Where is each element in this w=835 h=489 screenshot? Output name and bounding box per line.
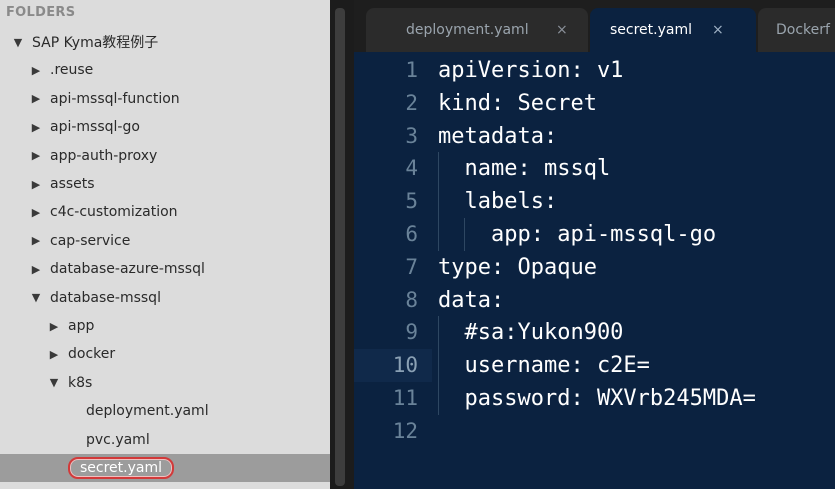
code-line[interactable]: username: c2E= xyxy=(438,349,649,382)
folder-item[interactable]: ▼ k8s xyxy=(0,369,330,397)
chevron-right-icon[interactable]: ▶ xyxy=(28,64,44,77)
folder-item[interactable]: ▶ docker xyxy=(0,340,330,368)
line-number: 7 xyxy=(405,254,418,279)
indent-guide xyxy=(438,152,439,186)
folder-item[interactable]: ▶ app-auth-proxy xyxy=(0,142,330,170)
code-line[interactable]: data: xyxy=(438,284,504,317)
indent-guide xyxy=(438,185,439,218)
close-icon[interactable]: × xyxy=(712,22,724,38)
chevron-down-icon[interactable]: ▼ xyxy=(46,376,62,389)
indent-guide xyxy=(438,382,439,415)
chevron-right-icon[interactable]: ▶ xyxy=(28,121,44,134)
chevron-right-icon[interactable]: ▶ xyxy=(46,348,62,361)
indent-guide xyxy=(438,316,439,350)
sidebar: FOLDERS ▼ SAP Kyma教程例子 ▶ .reuse ▶ api-mssql-f… xyxy=(0,0,330,489)
tree-item-label: api-mssql-function xyxy=(50,90,180,107)
tree-item-label: app xyxy=(68,318,95,334)
tab-label: secret.yaml xyxy=(610,22,692,38)
code-line[interactable]: metadata: xyxy=(438,120,557,153)
tree-item-label: database-azure-mssql xyxy=(50,261,205,278)
code-line[interactable]: labels: xyxy=(438,185,557,218)
line-number: 8 xyxy=(405,287,418,312)
folder-item[interactable]: ▼ SAP Kyma教程例子 xyxy=(0,28,330,56)
chevron-down-icon[interactable]: ▼ xyxy=(10,36,26,49)
folder-item[interactable]: ▶ .reuse xyxy=(0,56,330,84)
indent-guide xyxy=(464,218,466,251)
tab-label: deployment.yaml xyxy=(406,22,529,38)
code-line[interactable]: name: mssql xyxy=(438,152,610,185)
code-line[interactable]: apiVersion: v1 xyxy=(438,54,623,87)
folder-item[interactable]: ▶ c4c-customization xyxy=(0,198,330,226)
code-line[interactable]: #sa:Yukon900 xyxy=(438,316,623,349)
tree-item-label: database-mssql xyxy=(50,289,161,306)
folder-item[interactable]: ▶ database-azure-mssql xyxy=(0,255,330,283)
folder-item[interactable]: ▶ assets xyxy=(0,170,330,198)
chevron-right-icon[interactable]: ▶ xyxy=(28,234,44,247)
close-icon[interactable]: × xyxy=(556,22,568,38)
tree-item-label: api-mssql-go xyxy=(50,119,140,136)
sidebar-scrollbar[interactable] xyxy=(335,8,345,486)
chevron-right-icon[interactable]: ▶ xyxy=(28,178,44,191)
chevron-right-icon[interactable]: ▶ xyxy=(46,320,62,333)
line-number: 10 xyxy=(354,349,432,383)
file-item[interactable]: pvc.yaml xyxy=(0,426,330,454)
code-line[interactable]: type: Opaque xyxy=(438,251,597,284)
folder-item[interactable]: ▶ cap-service xyxy=(0,227,330,255)
tree-item-label: docker xyxy=(68,346,116,363)
code-line[interactable]: app: api-mssql-go xyxy=(438,218,716,251)
folder-item[interactable]: ▶ app xyxy=(0,312,330,340)
tree-item-label: c4c-customization xyxy=(50,204,178,221)
code-line[interactable]: kind: Secret xyxy=(438,87,597,120)
tree-item-label: cap-service xyxy=(50,232,131,249)
chevron-right-icon[interactable]: ▶ xyxy=(28,206,44,219)
chevron-right-icon[interactable]: ▶ xyxy=(28,149,44,162)
indent-guide xyxy=(438,349,439,382)
chevron-down-icon[interactable]: ▼ xyxy=(28,291,44,304)
folders-header: FOLDERS xyxy=(6,5,76,20)
folder-item[interactable]: ▶ api-mssql-go xyxy=(0,113,330,141)
line-number: 4 xyxy=(405,156,418,181)
line-number: 2 xyxy=(405,90,418,115)
code-line[interactable]: password: WXVrb245MDA= xyxy=(438,382,755,415)
tree-item-label: pvc.yaml xyxy=(86,431,150,448)
line-number: 11 xyxy=(392,386,418,410)
line-number: 12 xyxy=(392,418,418,443)
tree-item-label: SAP Kyma教程例子 xyxy=(32,35,159,51)
tree-item-label: deployment.yaml xyxy=(86,403,209,420)
tree-item-label: .reuse xyxy=(50,62,94,79)
tree-item-label: secret.yaml xyxy=(68,457,174,479)
code-editor[interactable]: 1 apiVersion: v1 2 kind: Secret 3 metadata: 4 … xyxy=(354,52,835,489)
tree-item-label: app-auth-proxy xyxy=(50,147,158,164)
line-number: 5 xyxy=(405,189,418,214)
line-number: 6 xyxy=(405,222,418,246)
tab-label: Dockerf xyxy=(776,22,830,38)
chevron-right-icon[interactable]: ▶ xyxy=(28,92,44,105)
chevron-right-icon[interactable]: ▶ xyxy=(28,263,44,276)
tab-bar: deployment.yaml × secret.yaml × Dockerf xyxy=(354,0,835,52)
folder-item[interactable]: ▼ database-mssql xyxy=(0,284,330,312)
tree-item-label: assets xyxy=(50,176,95,192)
tab-secret-yaml[interactable]: secret.yaml × xyxy=(590,8,756,52)
folder-item[interactable]: ▶ api-mssql-function xyxy=(0,85,330,113)
tab-deployment-yaml[interactable]: deployment.yaml × xyxy=(366,8,588,52)
line-number: 3 xyxy=(405,123,418,148)
file-item[interactable]: secret.yaml xyxy=(0,454,330,482)
line-number: 9 xyxy=(405,320,418,345)
tree-item-label: k8s xyxy=(68,374,93,391)
file-item[interactable]: deployment.yaml xyxy=(0,397,330,425)
tab-dockerfile[interactable]: Dockerf xyxy=(758,8,835,52)
indent-guide xyxy=(438,218,439,251)
line-number: 1 xyxy=(405,58,418,82)
